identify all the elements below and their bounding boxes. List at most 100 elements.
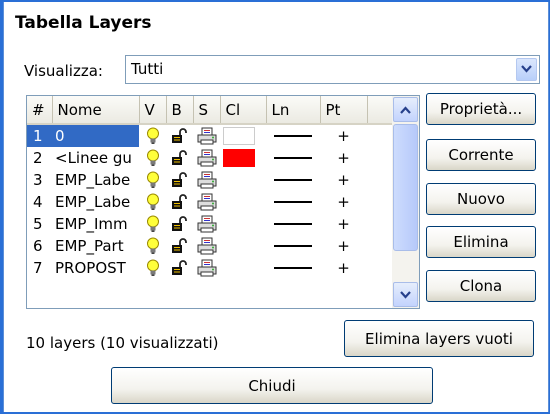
table-row[interactable]: 1 0 + (27, 124, 392, 147)
dialog-title: Tabella Layers (15, 13, 152, 33)
column-header-visible[interactable]: V (139, 96, 167, 125)
delete-empty-layers-button[interactable]: Elimina layers vuoti (344, 320, 534, 357)
printer-icon[interactable] (193, 125, 220, 147)
layer-linetype-cell[interactable] (266, 191, 320, 213)
layer-count-status: 10 layers (10 visualizzati) (26, 334, 219, 352)
printer-icon[interactable] (193, 235, 220, 257)
bulb-icon[interactable] (139, 191, 166, 213)
linetype-sample (274, 157, 312, 159)
bulb-icon[interactable] (139, 147, 166, 169)
column-header-linetype[interactable]: Ln (266, 96, 321, 125)
layer-name[interactable]: EMP_Imm (52, 213, 139, 235)
layer-color-cell[interactable] (220, 257, 266, 279)
table-header: # Nome V B S Cl Ln Pt (27, 96, 393, 125)
linetype-sample (274, 223, 312, 225)
column-header-number[interactable]: # (27, 96, 53, 125)
layer-color-cell[interactable] (220, 169, 266, 191)
printer-icon[interactable] (193, 213, 220, 235)
layer-linetype-cell[interactable] (266, 213, 320, 235)
layer-number: 2 (33, 149, 43, 167)
column-header-filler (367, 96, 393, 125)
close-button[interactable]: Chiudi (111, 367, 433, 404)
scroll-thumb[interactable] (393, 124, 418, 251)
layer-color-cell[interactable] (220, 124, 266, 147)
printer-icon[interactable] (193, 191, 220, 213)
scroll-down-button[interactable] (393, 282, 418, 307)
bulb-icon[interactable] (139, 257, 166, 279)
layer-pt-cell[interactable]: + (320, 235, 367, 257)
layer-pt-cell[interactable]: + (320, 191, 367, 213)
open-lock-icon[interactable] (166, 235, 193, 257)
layer-name[interactable]: PROPOST (52, 257, 139, 279)
layer-color-cell[interactable] (220, 147, 266, 169)
column-header-color[interactable]: Cl (220, 96, 267, 125)
layer-linetype-cell[interactable] (266, 147, 320, 169)
open-lock-icon[interactable] (166, 213, 193, 235)
layer-number: 6 (33, 237, 43, 255)
printer-icon[interactable] (193, 147, 220, 169)
printer-icon[interactable] (193, 169, 220, 191)
column-header-name[interactable]: Nome (52, 96, 140, 125)
layer-pt-cell[interactable]: + (320, 169, 367, 191)
layer-color-swatch[interactable] (223, 149, 255, 167)
layer-color-cell[interactable] (220, 213, 266, 235)
bulb-icon[interactable] (139, 125, 166, 147)
layer-linetype-cell[interactable] (266, 235, 320, 257)
layer-pt-cell[interactable]: + (320, 213, 367, 235)
layers-table: # Nome V B S Cl Ln Pt 1 0 +2 <Linee gu +3 EMP… (26, 95, 420, 309)
table-row[interactable]: 4 EMP_Labe + (27, 191, 392, 213)
table-row[interactable]: 2 <Linee gu + (27, 147, 392, 169)
layer-color-cell[interactable] (220, 235, 266, 257)
column-header-print[interactable]: S (193, 96, 221, 125)
chevron-down-icon[interactable] (516, 58, 537, 81)
linetype-sample (274, 201, 312, 203)
table-row[interactable]: 7 PROPOST + (27, 257, 392, 279)
current-button[interactable]: Corrente (426, 139, 536, 171)
bulb-icon[interactable] (139, 235, 166, 257)
layer-linetype-cell[interactable] (266, 124, 320, 147)
open-lock-icon[interactable] (166, 125, 193, 147)
layer-number: 5 (33, 215, 43, 233)
filter-label: Visualizza: (24, 62, 103, 80)
layer-number: 1 (27, 124, 52, 147)
new-button[interactable]: Nuovo (426, 183, 536, 215)
open-lock-icon[interactable] (166, 169, 193, 191)
linetype-sample (274, 267, 312, 269)
layer-pt-cell[interactable]: + (320, 124, 367, 147)
layer-number: 4 (33, 193, 43, 211)
open-lock-icon[interactable] (166, 257, 193, 279)
open-lock-icon[interactable] (166, 147, 193, 169)
layer-name[interactable]: EMP_Part (52, 235, 139, 257)
layer-pt-cell[interactable]: + (320, 147, 367, 169)
layer-name[interactable]: <Linee gu (52, 147, 139, 169)
bulb-icon[interactable] (139, 213, 166, 235)
filter-dropdown[interactable]: Tutti (125, 55, 540, 84)
printer-icon[interactable] (193, 257, 220, 279)
bulb-icon[interactable] (139, 169, 166, 191)
linetype-sample (274, 179, 312, 181)
layer-name[interactable]: EMP_Labe (52, 169, 139, 191)
layer-name[interactable]: EMP_Labe (52, 191, 139, 213)
column-header-pt[interactable]: Pt (320, 96, 368, 125)
table-row[interactable]: 5 EMP_Imm + (27, 213, 392, 235)
vertical-scrollbar[interactable] (392, 96, 419, 308)
delete-button[interactable]: Elimina (426, 226, 536, 258)
layer-number: 3 (33, 171, 43, 189)
table-row[interactable]: 3 EMP_Labe + (27, 169, 392, 191)
layer-pt-cell[interactable]: + (320, 257, 367, 279)
scroll-up-button[interactable] (393, 97, 418, 122)
layer-linetype-cell[interactable] (266, 169, 320, 191)
layer-number: 7 (33, 259, 43, 277)
layers-dialog: Tabella Layers Visualizza: Tutti # Nome … (3, 2, 549, 412)
linetype-sample (274, 135, 312, 137)
layer-color-swatch[interactable] (223, 127, 255, 145)
properties-button[interactable]: Proprietà... (426, 93, 536, 125)
table-row[interactable]: 6 EMP_Part + (27, 235, 392, 257)
filter-value: Tutti (131, 60, 164, 78)
open-lock-icon[interactable] (166, 191, 193, 213)
column-header-lock[interactable]: B (166, 96, 194, 125)
layer-color-cell[interactable] (220, 191, 266, 213)
layer-name[interactable]: 0 (52, 124, 139, 147)
clone-button[interactable]: Clona (426, 270, 536, 302)
layer-linetype-cell[interactable] (266, 257, 320, 279)
